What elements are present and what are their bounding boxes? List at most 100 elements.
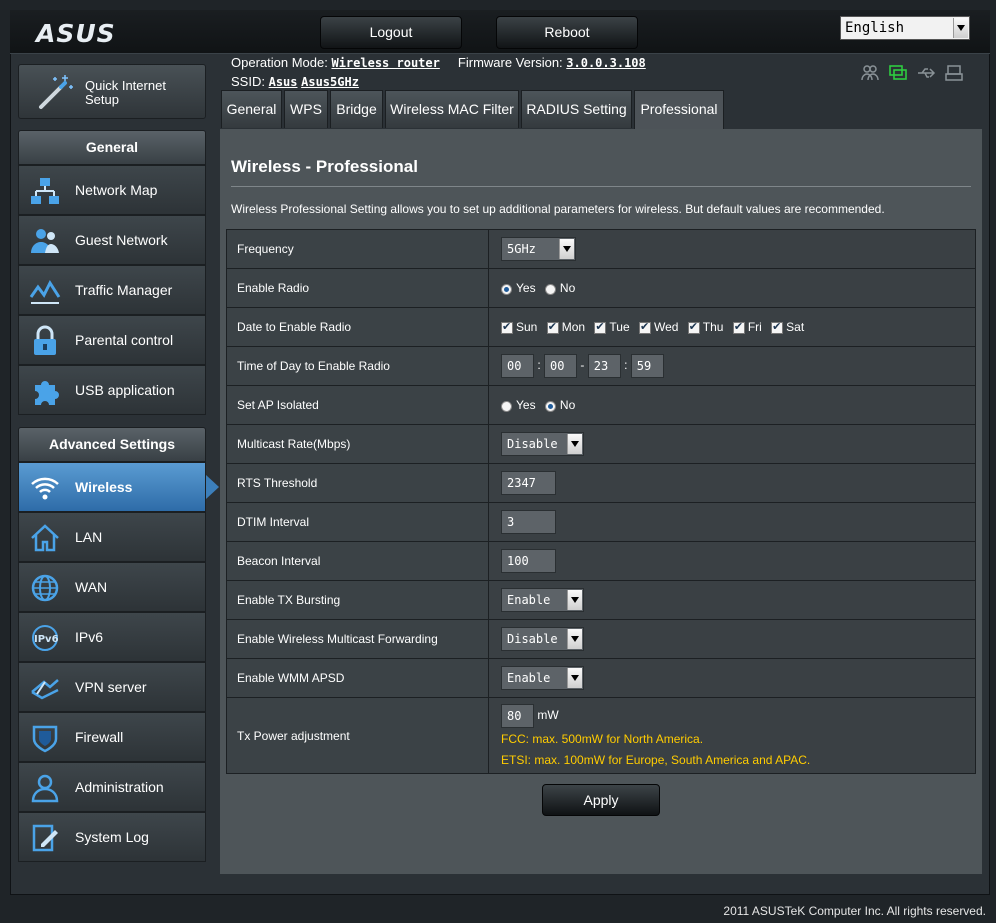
vpn-icon xyxy=(29,672,61,704)
page-title: Wireless - Professional xyxy=(231,157,418,176)
beacon-interval-input[interactable]: 100 xyxy=(501,549,556,573)
chevron-down-icon xyxy=(567,668,582,688)
checkbox-wed[interactable]: Wed xyxy=(638,320,678,335)
enable-radio-no[interactable]: No xyxy=(544,281,576,296)
sidebar-item-label: USB application xyxy=(75,382,175,398)
sidebar-item-parental-control[interactable]: Parental control xyxy=(18,315,206,365)
tab-wps[interactable]: WPS xyxy=(284,90,328,128)
general-heading: General xyxy=(18,130,206,165)
quick-internet-setup-button[interactable]: Quick Internet Setup xyxy=(18,64,206,119)
ap-isolated-yes[interactable]: Yes xyxy=(501,398,536,412)
row-enable-radio: Enable Radio Yes No xyxy=(226,268,976,308)
tx-bursting-select[interactable]: Enable xyxy=(501,588,584,612)
apply-button[interactable]: Apply xyxy=(542,784,660,816)
top-bar: ASUS Logout Reboot English xyxy=(10,10,990,54)
day-label: Sat xyxy=(786,320,805,335)
day-label: Thu xyxy=(702,320,724,335)
sidebar-item-label: Wireless xyxy=(75,479,133,495)
frequency-select[interactable]: 5GHz xyxy=(501,237,576,261)
firmware-label: Firmware Version: xyxy=(457,55,563,70)
sidebar-item-wireless[interactable]: Wireless xyxy=(18,462,219,512)
tx-power-input[interactable]: 80 xyxy=(501,704,534,728)
sidebar-item-traffic-manager[interactable]: Traffic Manager xyxy=(18,265,206,315)
frequency-value: 5GHz xyxy=(507,242,536,256)
row-multicast-forwarding: Enable Wireless Multicast Forwarding Dis… xyxy=(226,619,976,659)
multicast-rate-select[interactable]: Disable xyxy=(501,432,584,456)
printer-icon[interactable] xyxy=(944,64,964,82)
checkbox-tue[interactable]: Tue xyxy=(594,320,630,335)
row-date-enable-radio: Date to Enable Radio Sun Mon Tue Wed Thu… xyxy=(226,307,976,347)
sidebar-item-guest-network[interactable]: Guest Network xyxy=(18,215,206,265)
checkbox-thu[interactable]: Thu xyxy=(687,320,724,335)
sidebar-item-label: VPN server xyxy=(75,679,147,695)
internet-status-icon[interactable] xyxy=(888,64,908,82)
tab-professional[interactable]: Professional xyxy=(634,90,724,130)
tx-power-unit: mW xyxy=(537,708,559,723)
ap-isolated-no[interactable]: No xyxy=(544,398,575,412)
sidebar-item-administration[interactable]: Administration xyxy=(18,762,206,812)
frequency-label: Frequency xyxy=(226,229,489,269)
language-select[interactable]: English xyxy=(840,16,970,40)
sidebar-item-usb-application[interactable]: USB application xyxy=(18,365,206,415)
sidebar-item-vpn-server[interactable]: VPN server xyxy=(18,662,206,712)
page-description: Wireless Professional Setting allows you… xyxy=(231,202,885,216)
radio-yes-label: Yes xyxy=(516,398,536,413)
wmm-apsd-label: Enable WMM APSD xyxy=(226,658,489,698)
chevron-down-icon xyxy=(559,239,574,259)
logout-button[interactable]: Logout xyxy=(320,16,462,49)
end-minute-input[interactable]: 59 xyxy=(630,354,664,378)
home-icon xyxy=(29,522,61,554)
end-hour-input[interactable]: 23 xyxy=(587,354,621,378)
svg-text:IPv6: IPv6 xyxy=(34,634,59,645)
puzzle-icon xyxy=(29,375,61,407)
reboot-button[interactable]: Reboot xyxy=(496,16,638,49)
chevron-down-icon xyxy=(567,629,582,649)
multicast-rate-value: Disable xyxy=(507,437,558,451)
chevron-down-icon xyxy=(953,18,968,38)
checkbox-sat[interactable]: Sat xyxy=(771,320,804,334)
operation-info: Operation Mode: Wireless router Firmware… xyxy=(231,55,646,70)
checkbox-fri[interactable]: Fri xyxy=(732,320,762,334)
ssid-link-2[interactable]: Asus5GHz xyxy=(301,75,359,89)
multicast-fwd-label: Enable Wireless Multicast Forwarding xyxy=(226,619,489,659)
multicast-forwarding-select[interactable]: Disable xyxy=(501,627,584,651)
sidebar-item-firewall[interactable]: Firewall xyxy=(18,712,206,762)
tab-radius-setting[interactable]: RADIUS Setting xyxy=(521,90,632,128)
ssid-link-1[interactable]: Asus xyxy=(269,75,298,89)
tab-wireless-mac-filter[interactable]: Wireless MAC Filter xyxy=(385,90,519,128)
checkbox-checked-icon xyxy=(687,320,700,335)
wmm-apsd-select[interactable]: Enable xyxy=(501,666,584,690)
sidebar-item-wan[interactable]: WAN xyxy=(18,562,206,612)
sidebar-item-ipv6[interactable]: IPv6 IPv6 xyxy=(18,612,206,662)
radio-no-label: No xyxy=(559,281,576,296)
start-hour-input[interactable]: 00 xyxy=(501,354,534,378)
usb-icon[interactable] xyxy=(916,64,936,82)
day-label: Tue xyxy=(609,320,630,335)
language-value: English xyxy=(845,20,905,36)
row-tx-power: Tx Power adjustment 80 mW FCC: max. 500m… xyxy=(226,697,976,774)
checkbox-checked-icon xyxy=(638,320,651,335)
divider xyxy=(231,186,971,187)
advanced-settings-heading: Advanced Settings xyxy=(18,427,206,462)
sidebar-item-system-log[interactable]: System Log xyxy=(18,812,206,862)
op-mode-label: Operation Mode: xyxy=(231,55,328,70)
asus-logo: ASUS xyxy=(36,19,116,48)
rts-threshold-input[interactable]: 2347 xyxy=(501,471,556,495)
sidebar-item-lan[interactable]: LAN xyxy=(18,512,206,562)
quick-setup-label-1: Quick Internet xyxy=(85,78,166,93)
enable-radio-yes[interactable]: Yes xyxy=(501,281,536,295)
checkbox-mon[interactable]: Mon xyxy=(546,320,585,334)
clients-icon[interactable] xyxy=(860,64,880,82)
tab-bridge[interactable]: Bridge xyxy=(330,90,383,128)
checkbox-sun[interactable]: Sun xyxy=(501,320,537,334)
tab-general[interactable]: General xyxy=(221,90,282,128)
dtim-interval-input[interactable]: 3 xyxy=(501,510,556,534)
firmware-link[interactable]: 3.0.0.3.108 xyxy=(566,56,645,70)
row-multicast-rate: Multicast Rate(Mbps) Disable xyxy=(226,424,976,464)
network-map-icon xyxy=(29,175,61,207)
tx-bursting-value: Enable xyxy=(507,593,551,607)
main-content: Wireless - Professional Wireless Profess… xyxy=(220,129,982,874)
sidebar-item-network-map[interactable]: Network Map xyxy=(18,165,206,215)
start-minute-input[interactable]: 00 xyxy=(544,354,578,378)
op-mode-link[interactable]: Wireless router xyxy=(331,56,439,70)
